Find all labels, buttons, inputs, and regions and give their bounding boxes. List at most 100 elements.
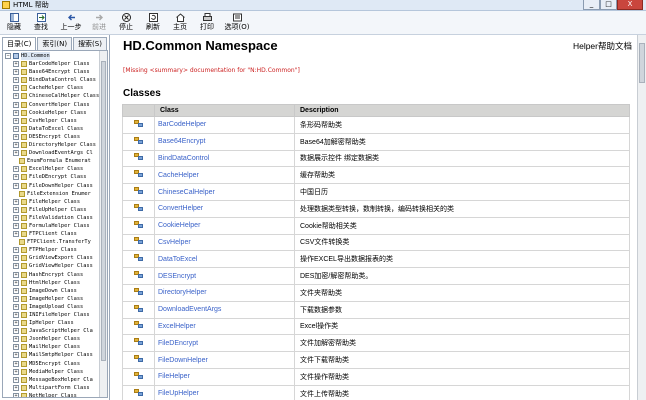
tree-item[interactable]: + MediaHelper Class <box>3 368 101 376</box>
collapse-icon[interactable]: − <box>5 53 11 59</box>
expand-icon[interactable]: + <box>13 206 19 213</box>
tree-item[interactable]: + JavaScriptHelper Cla <box>3 327 101 335</box>
class-link[interactable]: ConvertHelper <box>154 199 295 218</box>
class-link[interactable]: BindDataControl <box>154 149 295 168</box>
home-button[interactable]: 主页 <box>169 12 191 34</box>
tree-item[interactable]: + DataToExcel Class <box>3 125 101 133</box>
class-link[interactable]: DownloadEventArgs <box>154 300 295 319</box>
expand-icon[interactable]: + <box>13 336 19 343</box>
tree-item[interactable]: + DownloadEventArgs Cl <box>3 149 101 157</box>
class-link[interactable]: Base64Encrypt <box>154 132 295 151</box>
expand-icon[interactable]: + <box>13 320 19 327</box>
tree-item[interactable]: + CookieHelper Class <box>3 109 101 117</box>
tree-item[interactable]: + JsonHelper Class <box>3 335 101 343</box>
print-button[interactable]: 打印 <box>196 12 218 34</box>
tree-item[interactable]: + IpHelper Class <box>3 319 101 327</box>
tree-item[interactable]: + HtmlHelper Class <box>3 279 101 287</box>
expand-icon[interactable]: + <box>13 142 19 149</box>
class-link[interactable]: DirectoryHelper <box>154 283 295 302</box>
tree-item[interactable]: + FileHelper Class <box>3 198 101 206</box>
expand-icon[interactable]: + <box>13 222 19 229</box>
tree-item[interactable]: + FTPHelper Class <box>3 246 101 254</box>
tree-item[interactable]: + MailSmtpHelper Class <box>3 351 101 359</box>
expand-icon[interactable]: + <box>13 271 19 278</box>
tree-item[interactable]: + ImageDown Class <box>3 287 101 295</box>
refresh-button[interactable]: 刷新 <box>142 12 164 34</box>
tree-item[interactable]: EnumFormula Enumerat <box>3 157 101 165</box>
tree-item[interactable]: + ChineseCalHelper Class <box>3 92 101 100</box>
expand-icon[interactable]: + <box>13 344 19 351</box>
forward-button[interactable]: 前进 <box>88 12 110 34</box>
tree-item[interactable]: + DirectoryHelper Class <box>3 141 101 149</box>
expand-icon[interactable]: + <box>13 231 19 238</box>
expand-icon[interactable]: + <box>13 352 19 359</box>
tree-item[interactable]: + INIFileHelper Class <box>3 311 101 319</box>
expand-icon[interactable]: + <box>13 247 19 254</box>
tree-item[interactable]: + MultipartForm Class <box>3 384 101 392</box>
class-link[interactable]: FileDEncrypt <box>154 334 295 353</box>
tree-item[interactable]: + GridViewExport Class <box>3 254 101 262</box>
tree-item[interactable]: + ExcelHelper Class <box>3 165 101 173</box>
options-button[interactable]: 选项(O) <box>223 12 251 34</box>
expand-icon[interactable]: + <box>13 303 19 310</box>
expand-icon[interactable]: + <box>13 117 19 124</box>
class-link[interactable]: DESEncrypt <box>154 267 295 285</box>
expand-icon[interactable]: + <box>13 77 19 84</box>
tree-item[interactable]: + FormulaHelper Class <box>3 222 101 230</box>
expand-icon[interactable]: + <box>13 101 19 108</box>
expand-icon[interactable]: + <box>13 263 19 270</box>
class-link[interactable]: ChineseCalHelper <box>154 183 295 201</box>
tree-item[interactable]: + CacheHelper Class <box>3 84 101 92</box>
tree-scroll-thumb[interactable] <box>101 61 106 361</box>
tree-item[interactable]: + DESEncrypt Class <box>3 133 101 141</box>
tree-item[interactable]: + ImageUpload Class <box>3 303 101 311</box>
tree-item[interactable]: + NetHelper Class <box>3 392 101 397</box>
tree-item[interactable]: FTPClient.TransferTy <box>3 238 101 246</box>
minimize-button[interactable]: _ <box>583 0 600 10</box>
tab-index[interactable]: 索引(N) <box>37 37 73 50</box>
stop-button[interactable]: 停止 <box>115 12 137 34</box>
tree-scrollbar[interactable] <box>99 51 107 397</box>
class-link[interactable]: CacheHelper <box>154 166 295 185</box>
expand-icon[interactable]: + <box>13 182 19 189</box>
tree-item[interactable]: FileExtension Enumer <box>3 190 101 198</box>
tree-item[interactable]: + BindDataControl Class <box>3 76 101 84</box>
class-link[interactable]: CookieHelper <box>154 216 295 235</box>
expand-icon[interactable]: + <box>13 368 19 375</box>
expand-icon[interactable]: + <box>13 166 19 173</box>
tree-item[interactable]: + GridViewHelper Class <box>3 262 101 270</box>
close-button[interactable]: X <box>617 0 643 10</box>
expand-icon[interactable]: + <box>13 312 19 318</box>
expand-icon[interactable]: + <box>13 255 19 262</box>
class-link[interactable]: ExcelHelper <box>154 317 295 336</box>
expand-icon[interactable]: + <box>13 150 19 157</box>
class-link[interactable]: CsvHelper <box>154 233 295 252</box>
expand-icon[interactable]: + <box>13 109 19 116</box>
tab-search[interactable]: 搜索(S) <box>73 37 107 50</box>
back-button[interactable]: 上一步 <box>58 12 84 34</box>
tree-root-node[interactable]: − HD.Common <box>3 52 101 60</box>
class-link[interactable]: BarCodeHelper <box>154 116 295 134</box>
tree-item[interactable]: + MD5Encrypt Class <box>3 360 101 368</box>
expand-icon[interactable]: + <box>13 392 19 397</box>
expand-icon[interactable]: + <box>13 198 19 205</box>
class-link[interactable]: FileHelper <box>154 367 295 386</box>
expand-icon[interactable]: + <box>13 61 19 68</box>
locate-button[interactable]: 查找 <box>30 12 52 34</box>
tree-item[interactable]: + HashEncrypt Class <box>3 271 101 279</box>
expand-icon[interactable]: + <box>13 360 19 367</box>
tree-item[interactable]: + ConvertHelper Class <box>3 101 101 109</box>
expand-icon[interactable]: + <box>13 295 19 302</box>
class-link[interactable]: DataToExcel <box>154 250 295 269</box>
tree-item[interactable]: + MailHelper Class <box>3 343 101 351</box>
expand-icon[interactable]: + <box>13 384 19 391</box>
tab-contents[interactable]: 目录(C) <box>2 37 37 50</box>
expand-icon[interactable]: + <box>13 174 19 181</box>
expand-icon[interactable]: + <box>13 376 19 383</box>
tree-item[interactable]: + ImageHelper Class <box>3 295 101 303</box>
expand-icon[interactable]: + <box>13 69 19 76</box>
expand-icon[interactable]: + <box>13 125 19 132</box>
tree-item[interactable]: + BarCodeHelper Class <box>3 60 101 68</box>
content-scroll-thumb[interactable] <box>639 43 645 83</box>
hide-button[interactable]: 隐藏 <box>3 12 25 34</box>
